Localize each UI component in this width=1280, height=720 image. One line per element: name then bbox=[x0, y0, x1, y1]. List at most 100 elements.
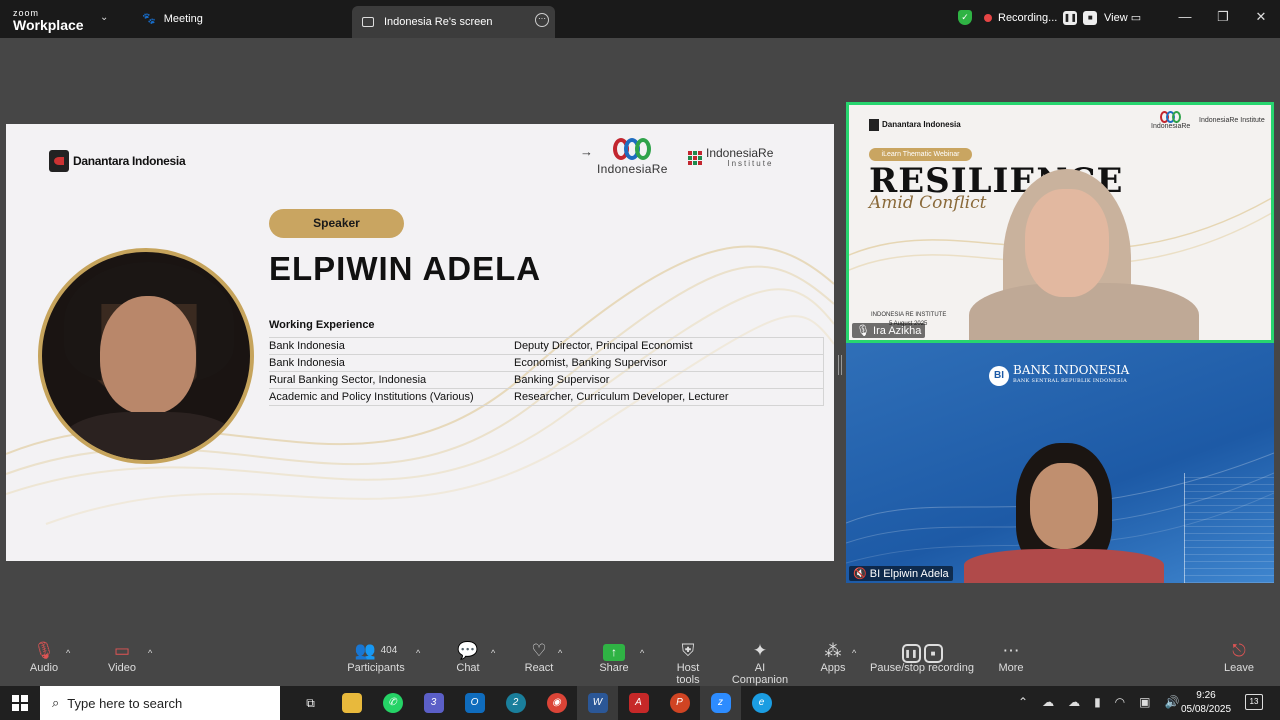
participants-label: Participants bbox=[347, 662, 405, 674]
participants-button[interactable]: 👥 404 Participants bbox=[346, 636, 406, 674]
video-button[interactable]: ▭ Video bbox=[102, 636, 142, 674]
tab-meeting[interactable]: 🐾 Meeting bbox=[142, 12, 203, 26]
zoom-logo[interactable]: zoom Workplace bbox=[13, 7, 84, 32]
heart-icon: ♡ bbox=[531, 641, 547, 660]
acrobat-icon[interactable]: A bbox=[618, 686, 659, 720]
taskbar-clock[interactable]: 9:26 05/08/2025 bbox=[1176, 689, 1236, 717]
react-caret-icon[interactable]: ^ bbox=[558, 648, 562, 658]
chat-label: Chat bbox=[456, 662, 480, 674]
share-caret-icon[interactable]: ^ bbox=[640, 648, 644, 658]
video-tile-speaker[interactable]: BI BANK INDONESIA BANK SENTRAL REPUBLIK I… bbox=[846, 343, 1274, 583]
chat-button[interactable]: 💬 Chat bbox=[452, 636, 484, 674]
more-icon[interactable]: ··· bbox=[535, 13, 549, 27]
role-cell: Economist, Banking Supervisor bbox=[514, 354, 824, 372]
ai-companion-label: AI Companion bbox=[731, 662, 789, 686]
indonesiare-small-text: IndonesiaRe bbox=[1151, 123, 1191, 130]
task-view-icon[interactable]: ⧉ bbox=[290, 686, 331, 720]
edge-alt-icon[interactable]: 2 bbox=[495, 686, 536, 720]
danantara-text: Danantara Indonesia bbox=[73, 153, 186, 168]
pause-stop-recording-button[interactable]: ❚❚ ■ Pause/stop recording bbox=[870, 636, 974, 674]
restore-icon[interactable]: ❐ bbox=[1204, 0, 1242, 34]
participant-name: BI Elpiwin Adela bbox=[869, 568, 949, 580]
minimize-icon[interactable]: — bbox=[1166, 0, 1204, 34]
bi-subtitle: BANK SENTRAL REPUBLIK INDONESIA bbox=[1013, 378, 1128, 384]
arrow-right-icon: → bbox=[580, 144, 593, 159]
search-placeholder: Type here to search bbox=[67, 695, 183, 711]
network-drive-icon[interactable]: ☁ bbox=[1042, 695, 1054, 709]
teams-icon[interactable]: 3 bbox=[413, 686, 454, 720]
table-row: Bank Indonesia Deputy Director, Principal… bbox=[269, 337, 824, 355]
amid-conflict-subtitle: Amid Conflict bbox=[869, 193, 987, 213]
react-button[interactable]: ♡ React bbox=[522, 636, 556, 674]
mic-muted-icon: 🎙 bbox=[33, 641, 55, 660]
indonesiare-logo: IndonesiaRe bbox=[597, 138, 668, 176]
video-off-icon: ▭ bbox=[113, 641, 131, 660]
pause-icon[interactable]: ❚❚ bbox=[1063, 10, 1078, 25]
pinned-apps: ⧉ ✆ 3 O 2 ◉ W A P z e bbox=[290, 686, 782, 720]
close-icon[interactable]: ✕ bbox=[1242, 0, 1280, 34]
participant-video bbox=[964, 441, 1164, 583]
view-button[interactable]: View ▭ bbox=[1104, 11, 1141, 24]
apps-button[interactable]: ⁂ Apps bbox=[817, 636, 849, 674]
role-cell: Banking Supervisor bbox=[514, 371, 824, 389]
audio-button[interactable]: 🎙 Audio bbox=[24, 636, 64, 674]
display-icon[interactable]: ▣ bbox=[1139, 695, 1150, 709]
shield-icon: ⛨ bbox=[681, 641, 695, 660]
split-resize-handle[interactable] bbox=[838, 355, 842, 375]
meeting-toolbar: 🎙 Audio ^ ▭ Video ^ 👥 404 Participants ^ 💬 C… bbox=[0, 636, 1280, 686]
shield-check-icon[interactable]: ✓ bbox=[958, 10, 972, 25]
outlook-icon[interactable]: O bbox=[454, 686, 495, 720]
dots-icon bbox=[688, 151, 702, 165]
video-tile-active-speaker[interactable]: Danantara Indonesia IndonesiaRe Indonesi… bbox=[846, 102, 1274, 343]
stop-icon[interactable]: ■ bbox=[1083, 10, 1098, 25]
apps-caret-icon[interactable]: ^ bbox=[852, 648, 856, 658]
org-cell: Bank Indonesia bbox=[269, 337, 514, 355]
zoom-taskbar-icon[interactable]: z bbox=[700, 686, 741, 720]
institute-logo-line2: Institute bbox=[727, 159, 774, 168]
table-row: Academic and Policy Institutions (Variou… bbox=[269, 388, 824, 406]
audio-caret-icon[interactable]: ^ bbox=[66, 648, 70, 658]
org-cell: Academic and Policy Institutions (Variou… bbox=[269, 388, 514, 406]
participants-icon: 👥 404 bbox=[354, 641, 398, 660]
edge-icon[interactable]: e bbox=[741, 686, 782, 720]
system-tray: ⌃ ☁ ☁ ▮ ◠ ▣ 🔊 bbox=[1018, 695, 1179, 709]
ai-companion-button[interactable]: ✦ AI Companion bbox=[726, 636, 794, 686]
notification-icon[interactable]: 13 bbox=[1245, 694, 1263, 710]
meeting-label: Meeting bbox=[163, 12, 203, 25]
working-experience-title: Working Experience bbox=[269, 319, 375, 331]
powerpoint-icon[interactable]: P bbox=[659, 686, 700, 720]
wifi-icon[interactable]: ◠ bbox=[1115, 695, 1125, 709]
participants-caret-icon[interactable]: ^ bbox=[416, 648, 420, 658]
host-tools-label: Host tools bbox=[676, 662, 700, 686]
windows-start-icon[interactable] bbox=[12, 695, 28, 711]
participant-name-tag: 🔇 BI Elpiwin Adela bbox=[849, 566, 953, 581]
record-dot-icon bbox=[984, 13, 992, 22]
chevron-up-icon[interactable]: ⌃ bbox=[1018, 695, 1028, 709]
org-cell: Rural Banking Sector, Indonesia bbox=[269, 371, 514, 389]
word-icon[interactable]: W bbox=[577, 686, 618, 720]
tab-label: Indonesia Re's screen bbox=[384, 16, 493, 28]
view-label: View bbox=[1104, 12, 1128, 24]
whatsapp-icon[interactable]: ✆ bbox=[372, 686, 413, 720]
pause-stop-icon: ❚❚ ■ bbox=[901, 644, 943, 663]
onedrive-icon[interactable]: ☁ bbox=[1068, 695, 1080, 709]
webinar-pill: iLearn Thematic Webinar bbox=[869, 148, 972, 161]
title-bar: zoom Workplace ⌄ 🐾 Meeting Indonesia Re'… bbox=[0, 0, 1280, 38]
org-cell: Bank Indonesia bbox=[269, 354, 514, 372]
chevron-down-icon[interactable]: ⌄ bbox=[100, 12, 108, 23]
video-caret-icon[interactable]: ^ bbox=[148, 648, 152, 658]
host-tools-button[interactable]: ⛨ Host tools bbox=[664, 636, 712, 686]
apps-icon: ⁂ bbox=[824, 641, 842, 660]
taskbar-search[interactable]: ⌕ Type here to search bbox=[40, 686, 280, 720]
chat-caret-icon[interactable]: ^ bbox=[491, 648, 495, 658]
usb-icon[interactable]: ▮ bbox=[1094, 695, 1101, 709]
leave-button[interactable]: ⎋ Leave bbox=[1222, 636, 1256, 674]
tab-shared-screen[interactable]: Indonesia Re's screen ··· bbox=[352, 6, 555, 38]
share-button[interactable]: ↑ Share bbox=[597, 636, 631, 674]
chrome-icon[interactable]: ◉ bbox=[536, 686, 577, 720]
table-row: Rural Banking Sector, Indonesia Banking S… bbox=[269, 371, 824, 389]
more-button[interactable]: ⋯ More bbox=[996, 636, 1026, 674]
file-explorer-icon[interactable] bbox=[331, 686, 372, 720]
institute-logo: IndonesiaRe Institute bbox=[688, 147, 774, 168]
share-label: Share bbox=[599, 662, 629, 674]
